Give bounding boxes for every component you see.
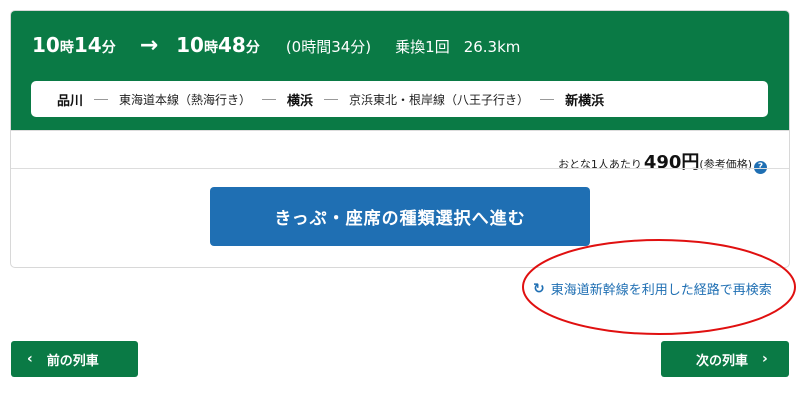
previous-train-button[interactable]: ‹ 前の列車 <box>11 341 138 377</box>
arrow-right-icon: → <box>139 33 159 58</box>
hour-unit: 時 <box>59 40 74 56</box>
minute-unit: 分 <box>245 40 260 56</box>
route-header: 10 時 14 分 → 10 時 48 分 (0時間34分) 乗換1回 26.3… <box>11 11 789 130</box>
chevron-left-icon: ‹ <box>27 351 33 367</box>
previous-train-label: 前の列車 <box>46 353 99 369</box>
train-line: 東海道本線（熱海行き） <box>119 92 252 107</box>
transfer-count: 乗換1回 <box>395 38 450 56</box>
fare-label: おとな1人あたり <box>558 158 642 171</box>
arrive-hour: 10 <box>176 33 204 57</box>
proceed-to-ticket-selection-button[interactable]: きっぷ・座席の種類選択へ進む <box>210 187 590 246</box>
station-destination: 新横浜 <box>565 93 605 109</box>
arrive-minute: 48 <box>217 33 246 57</box>
research-shinkansen-link[interactable]: ↻ 東海道新幹線を利用した経路で再検索 <box>533 279 772 299</box>
route-separator <box>540 98 555 100</box>
train-line: 京浜東北・根岸線（八王子行き） <box>349 92 530 107</box>
minute-unit: 分 <box>101 40 116 56</box>
divider <box>11 130 789 131</box>
refresh-icon: ↻ <box>533 280 545 297</box>
station-transfer: 横浜 <box>287 93 314 109</box>
route-separator <box>262 98 277 100</box>
route-separator <box>324 98 339 100</box>
route-summary: 10 時 14 分 → 10 時 48 分 (0時間34分) 乗換1回 26.3… <box>32 33 520 65</box>
station-origin: 品川 <box>57 93 84 109</box>
fare-amount: 490円 <box>643 152 700 173</box>
travel-distance: 26.3km <box>463 38 521 56</box>
chevron-right-icon: › <box>762 351 768 367</box>
research-link-label: 東海道新幹線を利用した経路で再検索 <box>550 283 772 298</box>
fare-info: おとな1人あたり 490円 (参考価格) ? <box>558 148 767 174</box>
route-separator <box>94 98 109 100</box>
hour-unit: 時 <box>203 40 218 56</box>
fare-note: (参考価格) <box>699 158 752 171</box>
next-train-label: 次の列車 <box>696 353 749 369</box>
travel-duration: (0時間34分) <box>285 38 372 56</box>
divider <box>11 168 789 169</box>
route-result-card: 10 時 14 分 → 10 時 48 分 (0時間34分) 乗換1回 26.3… <box>10 10 790 268</box>
depart-hour: 10 <box>32 33 60 57</box>
next-train-button[interactable]: 次の列車 › <box>661 341 789 377</box>
depart-minute: 14 <box>73 33 102 57</box>
route-path: 品川 東海道本線（熱海行き） 横浜 京浜東北・根岸線（八王子行き） 新横浜 <box>31 81 768 117</box>
